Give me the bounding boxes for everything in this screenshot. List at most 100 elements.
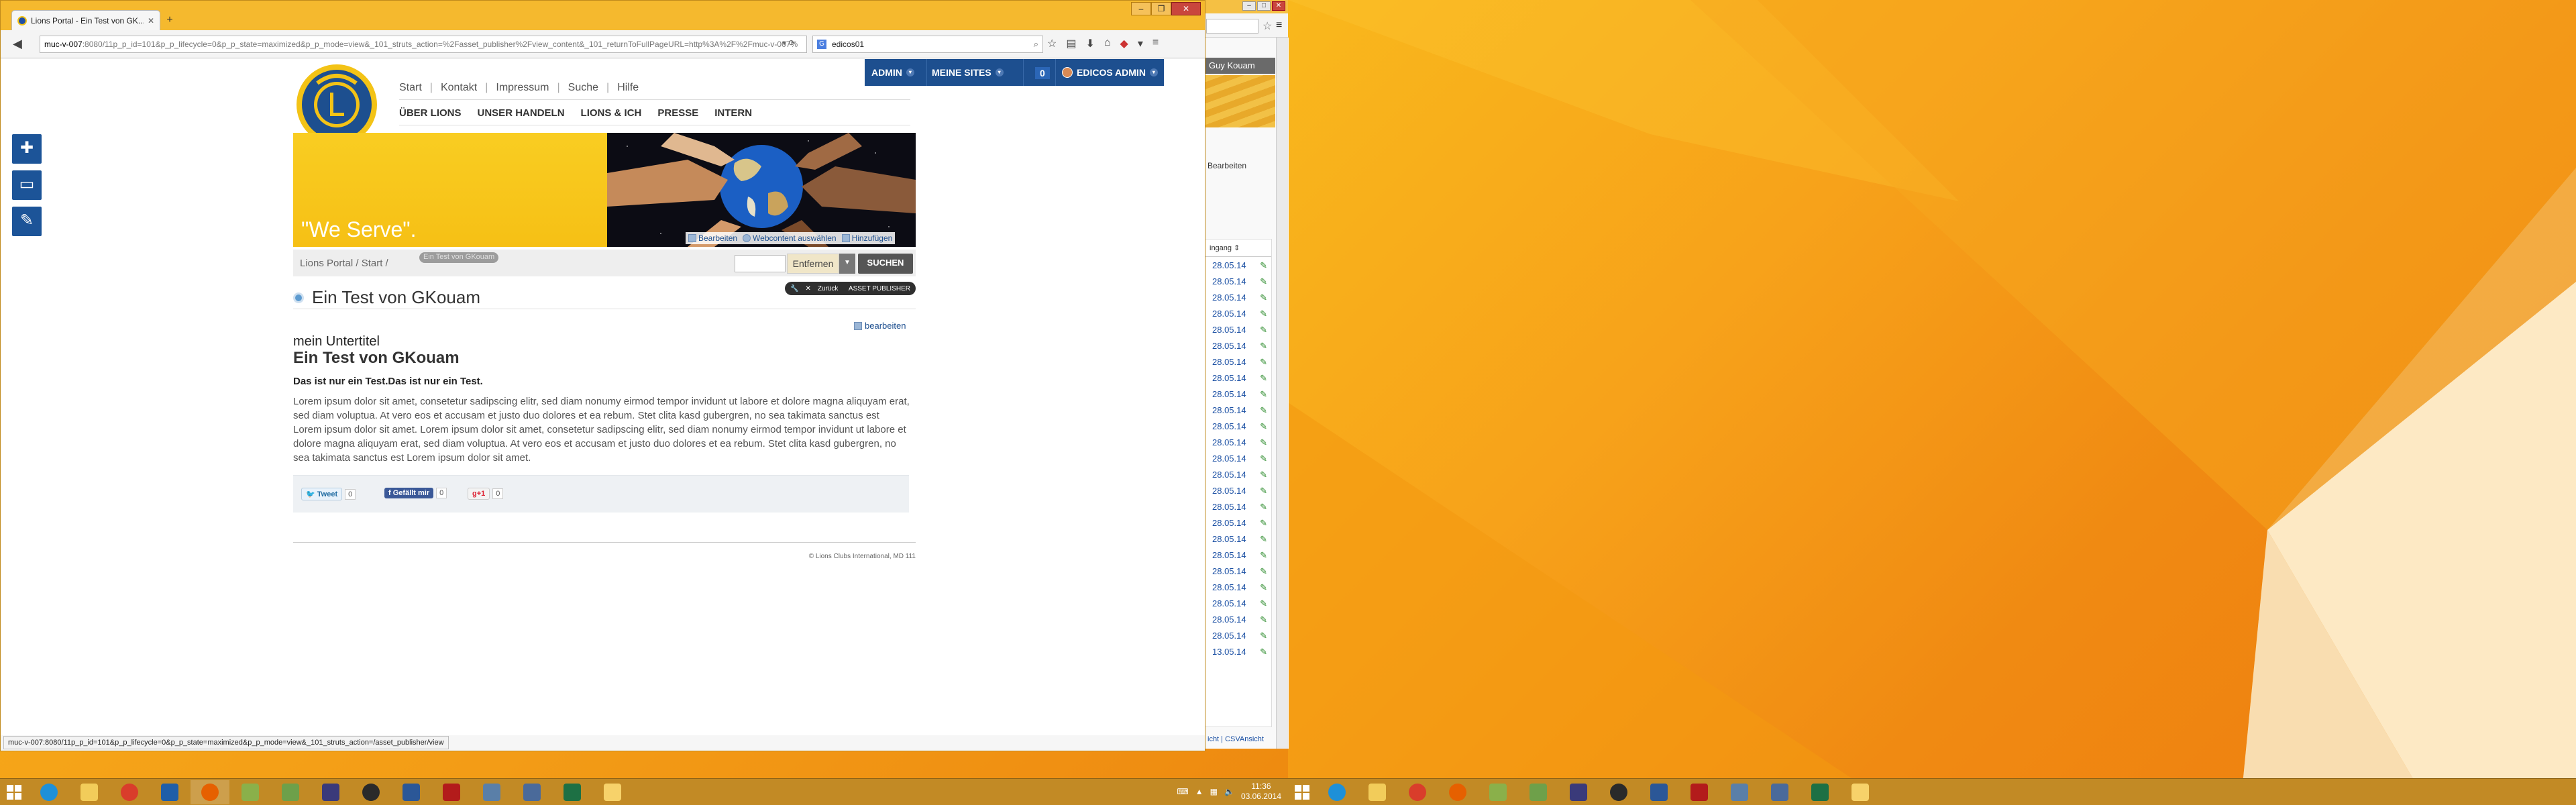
notes-icon[interactable]: [311, 780, 350, 804]
edit-icon[interactable]: ✎: [1260, 502, 1267, 515]
list-item[interactable]: 28.05.14 ✎: [1205, 257, 1271, 273]
ie-icon[interactable]: [30, 780, 68, 804]
explorer-icon[interactable]: [70, 780, 109, 804]
search-clear-button[interactable]: Entfernen: [787, 254, 839, 274]
search-options-dropdown[interactable]: ▼: [839, 254, 855, 274]
acrobat-icon[interactable]: [432, 780, 471, 804]
photo-icon[interactable]: [1519, 780, 1558, 804]
reading-list-icon[interactable]: ▤: [1066, 37, 1076, 50]
list-item[interactable]: 28.05.14 ✎: [1205, 305, 1271, 321]
excel-icon[interactable]: [553, 780, 592, 804]
addon-icon[interactable]: ◆: [1120, 37, 1128, 50]
notes-icon[interactable]: [1559, 780, 1598, 804]
search-icon[interactable]: ⌕: [1034, 39, 1038, 50]
bookmark-star-icon[interactable]: ☆: [1263, 19, 1272, 33]
edit-icon[interactable]: ✎: [1260, 614, 1267, 627]
list-item[interactable]: 28.05.14 ✎: [1205, 515, 1271, 531]
network-icon[interactable]: [1720, 780, 1759, 804]
close-icon[interactable]: ✕: [805, 285, 810, 292]
tab-lions-portal[interactable]: Lions Portal - Ein Test von GK... ✕: [11, 10, 160, 30]
restore-button[interactable]: ❐: [1151, 2, 1171, 15]
edit-icon[interactable]: ✎: [1260, 421, 1267, 434]
list-item[interactable]: 28.05.14 ✎: [1205, 466, 1271, 482]
ie-icon[interactable]: [1318, 780, 1356, 804]
edit-icon[interactable]: ✎: [1260, 582, 1267, 595]
breadcrumb[interactable]: Lions Portal / Start /: [300, 258, 388, 269]
dropdown-icon[interactable]: ▾: [1138, 37, 1143, 50]
notifications-count[interactable]: 0: [1035, 67, 1050, 79]
menu-icon[interactable]: ≡: [1152, 37, 1159, 50]
folder-icon[interactable]: [593, 780, 632, 804]
bg-edit-link[interactable]: Bearbeiten: [1208, 161, 1246, 170]
bg-minimize-button[interactable]: –: [1242, 1, 1256, 11]
topnav-hilfe[interactable]: Hilfe: [617, 82, 639, 94]
edit-icon[interactable]: ✎: [1260, 598, 1267, 611]
bg-footer-links[interactable]: icht | CSVAnsicht: [1205, 735, 1264, 743]
bg-user-bar[interactable]: Guy Kouam: [1205, 58, 1275, 74]
select-webcontent-button[interactable]: Webcontent auswählen: [743, 233, 837, 243]
folder-icon[interactable]: [1841, 780, 1880, 804]
nav-presse[interactable]: PRESSE: [657, 107, 698, 119]
tools-icon[interactable]: [1760, 780, 1799, 804]
list-item[interactable]: 28.05.14 ✎: [1205, 563, 1271, 579]
menu-icon[interactable]: ≡: [1276, 19, 1282, 32]
chrome-icon[interactable]: [1398, 780, 1437, 804]
background-browser-window[interactable]: – □ ✕ ☆ ≡ Guy Kouam Bearbeiten ingang ⇕ …: [1204, 0, 1289, 749]
bg-url-field[interactable]: [1206, 19, 1258, 34]
chrome-icon[interactable]: [110, 780, 149, 804]
edit-icon[interactable]: ✎: [1260, 357, 1267, 370]
topnav-start[interactable]: Start: [399, 82, 422, 94]
my-sites-menu[interactable]: MEINE SITES ▾: [932, 67, 1004, 78]
edit-icon[interactable]: ✎: [1260, 566, 1267, 579]
list-item[interactable]: 28.05.14 ✎: [1205, 595, 1271, 611]
edit-icon[interactable]: ✎: [1260, 276, 1267, 289]
reload-icon[interactable]: ▾ ⟳: [782, 38, 795, 48]
excel-icon[interactable]: [1801, 780, 1839, 804]
edit-icon[interactable]: ✎: [1260, 309, 1267, 321]
app-icon[interactable]: [1479, 780, 1517, 804]
tray-arrow-icon[interactable]: ▲: [1195, 787, 1203, 796]
volume-icon[interactable]: 🔈: [1224, 787, 1234, 796]
list-item[interactable]: 28.05.14 ✎: [1205, 289, 1271, 305]
preview-monitor-icon[interactable]: ▭: [12, 170, 42, 200]
clock[interactable]: 11:36 03.06.2014: [1241, 782, 1281, 802]
nav-unser-handeln[interactable]: UNSER HANDELN: [478, 107, 565, 119]
list-item[interactable]: 28.05.14 ✎: [1205, 482, 1271, 498]
url-input[interactable]: muc-v-007:8080/11p_p_id=101&p_p_lifecycl…: [40, 36, 807, 53]
edit-controls-icon[interactable]: ✎: [12, 207, 42, 236]
home-icon[interactable]: ⌂: [1104, 37, 1111, 50]
network-status-icon[interactable]: ▦: [1210, 787, 1218, 796]
edit-icon[interactable]: ✎: [1260, 453, 1267, 466]
outlook-icon[interactable]: [150, 780, 189, 804]
acrobat-icon[interactable]: [1680, 780, 1719, 804]
edit-icon[interactable]: ✎: [1260, 325, 1267, 337]
list-item[interactable]: 28.05.14 ✎: [1205, 354, 1271, 370]
edit-icon[interactable]: ✎: [1260, 373, 1267, 386]
nav-intern[interactable]: INTERN: [714, 107, 752, 119]
list-item[interactable]: 28.05.14 ✎: [1205, 498, 1271, 515]
app-icon[interactable]: [231, 780, 270, 804]
topnav-impressum[interactable]: Impressum: [496, 82, 549, 94]
firefox-icon[interactable]: [191, 780, 229, 804]
explorer-icon[interactable]: [1358, 780, 1397, 804]
list-item[interactable]: 28.05.14 ✎: [1205, 418, 1271, 434]
article-edit-link[interactable]: bearbeiten: [854, 321, 906, 331]
list-item[interactable]: 28.05.14 ✎: [1205, 386, 1271, 402]
edit-icon[interactable]: ✎: [1260, 518, 1267, 531]
topnav-suche[interactable]: Suche: [568, 82, 598, 94]
list-item[interactable]: 28.05.14 ✎: [1205, 450, 1271, 466]
list-item[interactable]: 28.05.14 ✎: [1205, 434, 1271, 450]
network-icon[interactable]: [472, 780, 511, 804]
bg-scrollbar[interactable]: [1276, 38, 1288, 749]
add-button[interactable]: Hinzufügen: [841, 233, 892, 243]
facebook-like-button[interactable]: f Gefällt mir 0: [384, 488, 447, 498]
search-engine-input[interactable]: G edicos01 ⌕: [812, 36, 1043, 53]
edit-icon[interactable]: ✎: [1260, 260, 1267, 273]
edit-icon[interactable]: ✎: [1260, 292, 1267, 305]
close-tab-icon[interactable]: ✕: [148, 16, 154, 25]
download-icon[interactable]: ⬇: [1085, 37, 1094, 50]
list-item[interactable]: 28.05.14 ✎: [1205, 402, 1271, 418]
wrench-icon[interactable]: 🔧: [790, 285, 798, 292]
banner-edit-button[interactable]: Bearbeiten: [688, 233, 737, 243]
list-item[interactable]: 28.05.14 ✎: [1205, 531, 1271, 547]
